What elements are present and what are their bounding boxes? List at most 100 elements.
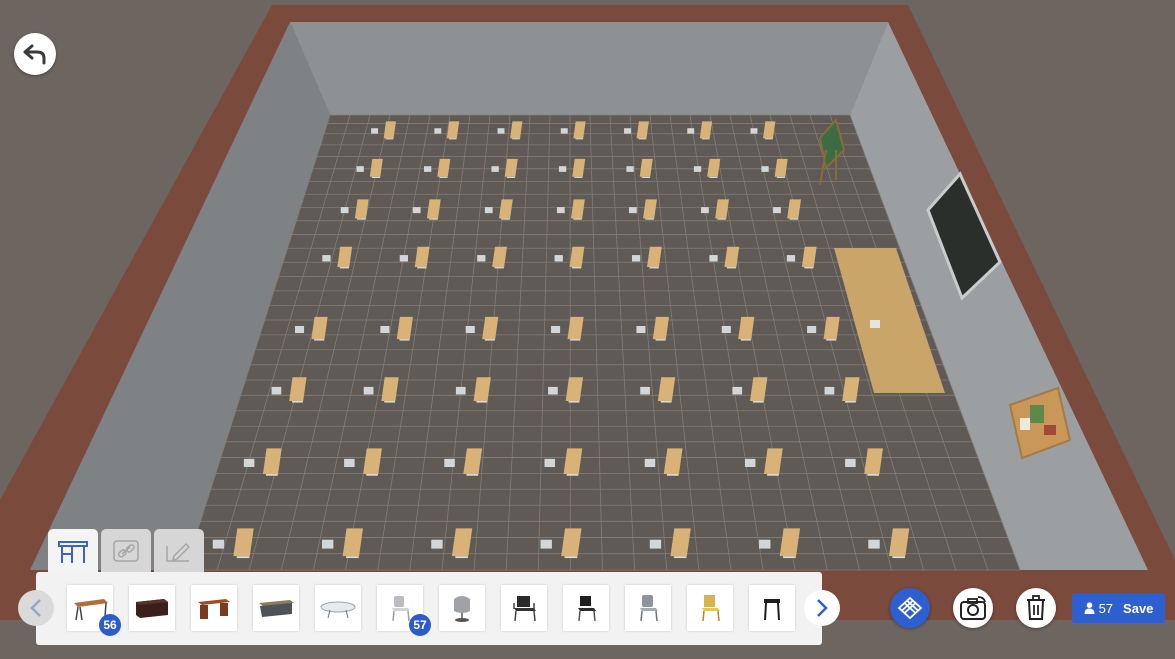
chair[interactable] [750, 128, 758, 134]
tab-link[interactable] [101, 529, 151, 573]
chair[interactable] [548, 386, 558, 395]
chair[interactable] [544, 458, 556, 468]
desk-leg [804, 267, 814, 269]
item-student-chair[interactable]: 57 [377, 585, 431, 636]
chevron-right-icon [817, 599, 828, 617]
item-gray-chair[interactable] [625, 585, 671, 631]
item-count-badge: 57 [409, 614, 431, 636]
chair[interactable] [709, 255, 718, 262]
chair[interactable] [626, 166, 634, 172]
chair[interactable] [322, 255, 331, 262]
chair[interactable] [554, 255, 563, 262]
chair[interactable] [399, 255, 409, 262]
desk-leg [570, 339, 581, 341]
save-label: Save [1123, 600, 1154, 616]
chair[interactable] [212, 539, 225, 549]
chair[interactable] [807, 325, 817, 334]
chair[interactable] [761, 166, 769, 172]
chair[interactable] [640, 386, 650, 395]
user-icon [1084, 602, 1095, 614]
chair[interactable] [431, 539, 443, 549]
chair[interactable] [371, 128, 379, 134]
desk-leg [455, 556, 468, 559]
chair[interactable] [560, 128, 568, 134]
item-stool[interactable] [749, 585, 795, 631]
item-teacher-desk[interactable] [191, 585, 237, 631]
grid-toggle-button[interactable] [890, 588, 930, 628]
chair[interactable] [556, 207, 565, 214]
chair[interactable] [744, 458, 756, 468]
chair[interactable] [455, 386, 466, 395]
chair[interactable] [465, 325, 475, 334]
chair[interactable] [786, 255, 796, 262]
chair[interactable] [271, 386, 282, 395]
item-black-armchair[interactable] [501, 585, 547, 631]
item-lounge-chair[interactable] [439, 585, 485, 631]
chair[interactable] [845, 458, 856, 468]
desk-leg [638, 138, 647, 140]
item-yellow-chair[interactable] [687, 585, 733, 631]
chair[interactable] [412, 207, 421, 214]
chair[interactable] [644, 458, 656, 468]
back-button[interactable] [14, 33, 56, 75]
chair[interactable] [423, 166, 432, 172]
rotate-camera-button[interactable] [953, 588, 993, 628]
desk-leg [655, 339, 666, 341]
desk-leg [783, 556, 796, 559]
chair[interactable] [444, 458, 455, 468]
chair[interactable] [363, 386, 374, 395]
chair[interactable] [721, 325, 731, 334]
chair[interactable] [636, 325, 646, 334]
link-icon [113, 540, 139, 562]
chevron-left-icon [30, 599, 41, 617]
chair[interactable] [497, 128, 505, 134]
item-list: 56 57 [67, 585, 795, 636]
chair[interactable] [322, 539, 334, 549]
chair[interactable] [344, 458, 355, 468]
prev-button[interactable] [18, 590, 54, 626]
tab-edit[interactable] [154, 529, 204, 573]
chair[interactable] [340, 207, 349, 214]
chair[interactable] [732, 386, 743, 395]
chair[interactable] [824, 386, 835, 395]
chair[interactable] [551, 325, 561, 334]
chair[interactable] [243, 458, 255, 468]
chair[interactable] [558, 166, 567, 172]
desk-leg [494, 267, 504, 269]
item-black-chair[interactable] [563, 585, 609, 631]
desk-leg [673, 556, 687, 559]
chair[interactable] [540, 539, 552, 549]
chair[interactable] [701, 207, 709, 214]
platform-item [870, 320, 880, 328]
desk-leg [826, 339, 837, 341]
save-button[interactable]: 57 Save [1072, 593, 1165, 623]
chair[interactable] [484, 207, 493, 214]
chair[interactable] [759, 539, 771, 549]
gray-desk-icon [259, 600, 294, 617]
chair[interactable] [356, 166, 364, 172]
desk-leg [572, 267, 582, 269]
chair[interactable] [491, 166, 499, 172]
next-button[interactable] [804, 590, 840, 626]
item-dark-cabinet[interactable] [129, 585, 175, 631]
chair[interactable] [649, 539, 662, 549]
item-glass-table[interactable] [315, 585, 361, 631]
chair[interactable] [773, 207, 781, 214]
chair[interactable] [687, 128, 695, 134]
desk-leg [484, 339, 495, 341]
tab-furniture[interactable] [48, 529, 98, 573]
chair[interactable] [477, 255, 486, 262]
chair[interactable] [295, 325, 305, 334]
chair[interactable] [631, 255, 641, 262]
chair[interactable] [624, 128, 631, 134]
chair[interactable] [628, 207, 637, 214]
desk-leg [236, 556, 250, 559]
desk-leg [339, 267, 349, 269]
item-gray-desk[interactable] [253, 585, 299, 631]
chair[interactable] [380, 325, 390, 334]
chair[interactable] [693, 166, 702, 172]
item-wooden-desk[interactable]: 56 [67, 585, 121, 636]
chair[interactable] [868, 539, 880, 549]
delete-button[interactable] [1016, 588, 1056, 628]
chair[interactable] [434, 128, 442, 134]
